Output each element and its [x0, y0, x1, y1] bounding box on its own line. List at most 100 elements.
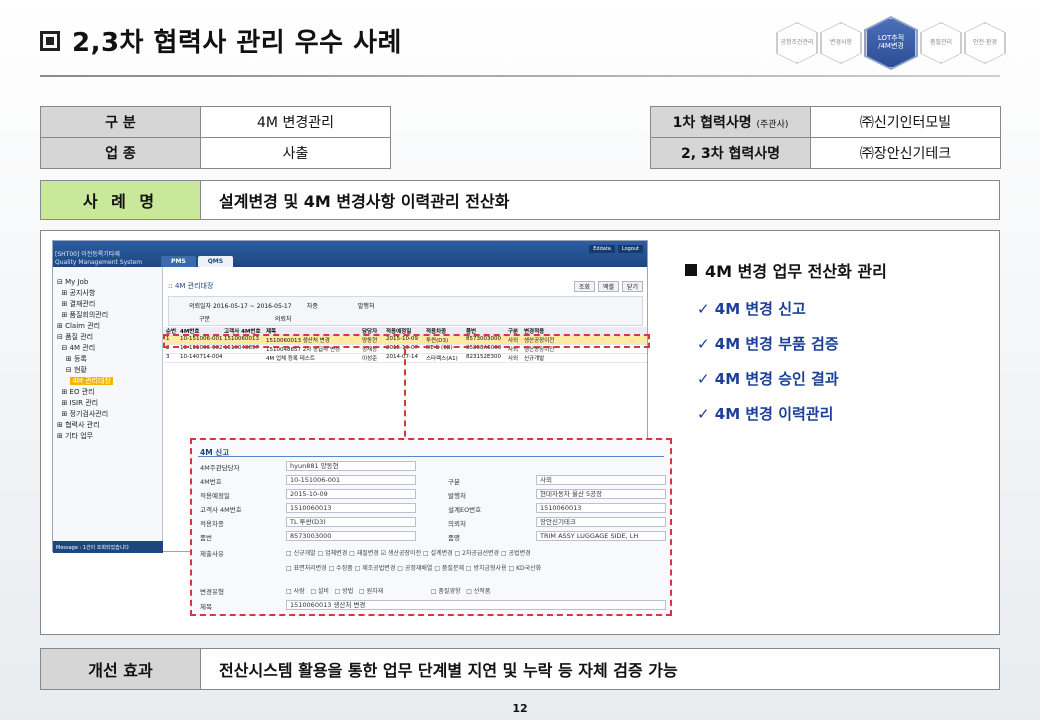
app-sidebar: ⊟ My Job ⊞ 공지사항 ⊞ 결재관리 ⊞ 품질회의관리 ⊞ Claim … — [53, 267, 163, 553]
category-value: 4M 변경관리 — [200, 106, 391, 138]
list-item: ✓ 4M 변경 부품 검증 — [697, 335, 839, 353]
tree-item[interactable]: ⊞ ISIR 관리 — [57, 398, 160, 409]
vehicle-field[interactable]: TL 투싼(D3) — [286, 517, 416, 527]
manager-field[interactable]: hyun881 양동현 — [286, 461, 416, 471]
improvement-effect-row: 개선 효과 전산시스템 활용을 통한 업무 단계별 지연 및 누락 등 자체 검… — [40, 648, 1000, 690]
tree-item[interactable]: ⊟ My Job — [57, 277, 160, 288]
field-label: 제출사유 — [200, 550, 224, 558]
app-top-buttons: Eddata Logout — [589, 245, 643, 253]
subject-field[interactable]: 1510060013 생산처 변경 — [286, 600, 666, 610]
status-message: Message : 1건이 조회되었습니다 — [53, 541, 163, 553]
app-brand: [SHT00] 이전등록기타제 Quality Management Syste… — [55, 251, 143, 266]
logout-button[interactable]: Logout — [617, 245, 643, 253]
tree-item[interactable]: ⊞ 품질회의관리 — [57, 310, 160, 321]
app-tabs: PMS QMS — [161, 256, 234, 267]
tree-item[interactable]: ⊞ 정기검사관리 — [57, 409, 160, 420]
list-item: ✓ 4M 변경 승인 결과 — [697, 370, 839, 388]
hex-step-2: 변경사항 — [820, 22, 862, 64]
field-label: 변경유형 — [200, 588, 224, 596]
tree-item-selected[interactable]: 4M 관리대장 — [57, 376, 160, 387]
title-divider — [40, 75, 1000, 77]
process-hex-nav: 공정조건관리 변경사항 LOT추적 /4M변경 품질관리 안전·환경 — [776, 16, 1006, 70]
menu-tree: ⊟ My Job ⊞ 공지사항 ⊞ 결재관리 ⊞ 품질회의관리 ⊞ Claim … — [53, 267, 162, 442]
square-bullet-icon — [40, 30, 60, 51]
tree-item[interactable]: ⊟ 현황 — [57, 365, 160, 376]
reason-checkboxes-row2[interactable]: □ 표면처리변경 □ 수정품 □ 제조공법변경 □ 공정재배열 □ 품질문제 □… — [286, 563, 541, 572]
change-type-checkboxes[interactable]: □ 사람 □ 설비 □ 방법 □ 원자재 □ 품질영향 □ 선적품 — [286, 586, 490, 595]
filter-row-2: 구분 의뢰처 — [199, 316, 292, 323]
apply-date-field[interactable]: 2015-10-09 — [286, 489, 416, 499]
page-title: 2,3차 협력사 관리 우수 사례 — [40, 22, 402, 59]
effect-label: 개선 효과 — [41, 649, 201, 689]
tree-item[interactable]: ⊞ 공지사항 — [57, 288, 160, 299]
field-label: 품명 — [448, 534, 460, 542]
info-table-right: 1차 협력사명 (주관사) ㈜신기인터모빌 2, 3차 협력사명 ㈜장안신기테크 — [650, 106, 1001, 169]
toolbar: 조회 엑셀 닫기 — [573, 281, 643, 292]
hex-step-3-active: LOT추적 /4M변경 — [864, 16, 918, 70]
close-button[interactable]: 닫기 — [621, 281, 643, 292]
4m-report-form: 4M 신고 4M주관담당자 hyun881 양동현 4M번호 10-151006… — [190, 438, 672, 616]
square-bullet-icon — [685, 264, 697, 276]
field-label: 고객사 4M번호 — [200, 506, 242, 514]
4m-number-field[interactable]: 10-151006-001 — [286, 475, 416, 485]
case-name-label: 사 례 명 — [41, 181, 201, 219]
tree-item[interactable]: ⊞ 결재관리 — [57, 299, 160, 310]
field-label: 설계EO번호 — [448, 506, 482, 514]
requester-field[interactable]: 장안신기테크 — [536, 517, 666, 527]
tree-item[interactable]: ⊟ 4M 관리 — [57, 343, 160, 354]
hex-step-5: 안전·환경 — [964, 22, 1006, 64]
tab-qms[interactable]: QMS — [197, 256, 234, 267]
info-table-left: 구 분 4M 변경관리 업 종 사출 — [40, 106, 391, 169]
search-button[interactable]: 조회 — [573, 281, 595, 292]
tier1-value: ㈜신기인터모빌 — [810, 106, 1001, 138]
field-label: 적용차종 — [200, 520, 224, 528]
effect-value: 전산시스템 활용을 통한 업무 단계별 지연 및 누락 등 자체 검증 가능 — [219, 661, 678, 680]
field-label: 의뢰처 — [448, 520, 466, 528]
reason-checkboxes-row1[interactable]: □ 신규개발 □ 업체변경 □ 재질변경 ☑ 생산공장이전 □ 설계변경 □ 2… — [286, 548, 531, 557]
tree-item[interactable]: ⊞ 등록 — [57, 354, 160, 365]
tier1-label: 1차 협력사명 (주관사) — [650, 106, 811, 138]
category-label: 구 분 — [40, 106, 201, 138]
tab-pms[interactable]: PMS — [161, 256, 196, 267]
filter-panel: 의뢰일자 2016-05-17 ~ 2016-05-17 차종 발행처 구분 의… — [168, 296, 643, 326]
field-label: 제목 — [200, 603, 212, 611]
tree-item[interactable]: ⊞ Claim 관리 — [57, 321, 160, 332]
issuer-select[interactable]: 현대자동차 울산 5공장 — [536, 489, 666, 499]
eo-number-field[interactable]: 1510060013 — [536, 503, 666, 513]
list-item: ✓ 4M 변경 이력관리 — [697, 405, 834, 423]
hex-step-4: 품질관리 — [920, 22, 962, 64]
screen-title: :: 4M 관리대장 — [168, 282, 214, 290]
form-title-divider — [198, 456, 664, 457]
tier23-label: 2, 3차 협력사명 — [650, 137, 811, 169]
feature-heading: 4M 변경 업무 전산화 관리 — [685, 258, 985, 282]
part-number-field[interactable]: 8573003000 — [286, 531, 416, 541]
tree-item[interactable]: ⊞ 협력사 관리 — [57, 420, 160, 431]
case-name-row: 사 례 명 설계변경 및 4M 변경사항 이력관리 전산화 — [40, 180, 1000, 220]
part-name-field[interactable]: TRIM ASSY LUGGAGE SIDE, LH — [536, 531, 666, 541]
tree-item[interactable]: ⊞ EO 관리 — [57, 387, 160, 398]
selected-row-highlight — [163, 334, 650, 348]
page-number: 12 — [512, 702, 528, 715]
tier23-value: ㈜장안신기테크 — [810, 137, 1001, 169]
industry-value: 사출 — [200, 137, 391, 169]
tree-item[interactable]: ⊟ 품질 관리 — [57, 332, 160, 343]
case-name-value: 설계변경 및 4M 변경사항 이력관리 전산화 — [219, 192, 510, 211]
page-title-text: 2,3차 협력사 관리 우수 사례 — [72, 28, 402, 58]
tree-item[interactable]: ⊞ 기타 업무 — [57, 431, 160, 442]
hex-step-1: 공정조건관리 — [776, 22, 818, 64]
field-label: 발행처 — [448, 492, 466, 500]
field-label: 적용예정일 — [200, 492, 230, 500]
excel-button[interactable]: 엑셀 — [597, 281, 619, 292]
filter-row-1: 의뢰일자 2016-05-17 ~ 2016-05-17 차종 발행처 — [189, 303, 375, 310]
eddata-button[interactable]: Eddata — [589, 245, 615, 253]
list-item: ✓ 4M 변경 신고 — [697, 300, 806, 318]
app-header: [SHT00] 이전등록기타제 Quality Management Syste… — [53, 241, 647, 267]
field-label: 구분 — [448, 478, 460, 486]
customer-4m-field[interactable]: 1510060013 — [286, 503, 416, 513]
field-label: 4M번호 — [200, 478, 222, 486]
type-select[interactable]: 사외 — [536, 475, 666, 485]
field-label: 품번 — [200, 534, 212, 542]
feature-list: 4M 변경 업무 전산화 관리 ✓ 4M 변경 신고 ✓ 4M 변경 부품 검증… — [685, 258, 985, 438]
industry-label: 업 종 — [40, 137, 201, 169]
field-label: 4M주관담당자 — [200, 464, 240, 472]
